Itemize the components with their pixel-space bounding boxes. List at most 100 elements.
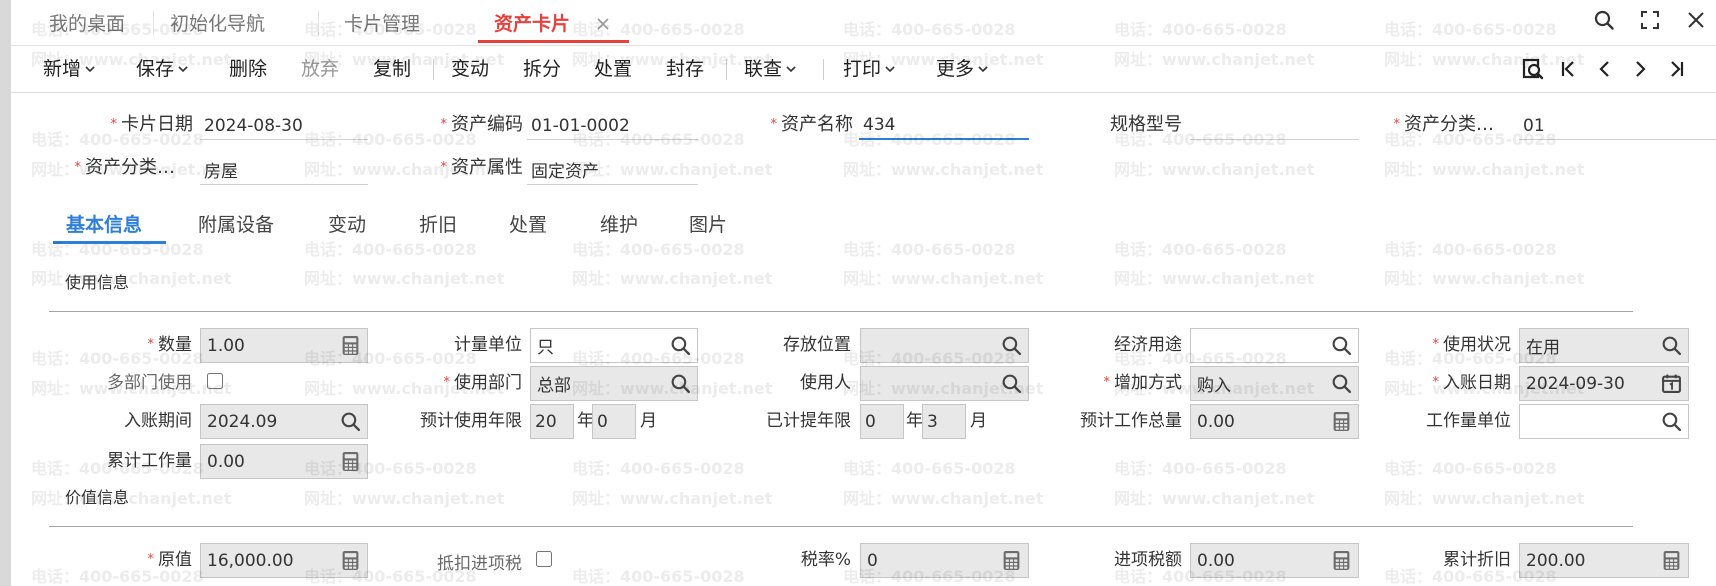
entry-period-field[interactable]	[200, 404, 368, 439]
split-button[interactable]: 拆分	[523, 57, 561, 81]
workload-unit-label: 工作量单位	[1426, 411, 1511, 431]
discard-button[interactable]: 放弃	[301, 57, 339, 81]
spec-model-label: 规格型号	[1110, 114, 1182, 135]
preview-icon[interactable]	[1521, 57, 1545, 81]
department-field[interactable]	[530, 366, 698, 401]
search-icon[interactable]	[1593, 9, 1615, 31]
input-tax-field[interactable]	[1190, 543, 1359, 578]
chevron-down-icon	[884, 63, 896, 75]
tab-pictures[interactable]: 图片	[689, 213, 727, 237]
expected-workload-label: 预计工作总量	[1080, 411, 1182, 431]
asset-category-code-input[interactable]	[1519, 112, 1716, 140]
accum-depreciation-field[interactable]	[1519, 543, 1689, 578]
tab-separator	[318, 11, 319, 35]
month-unit-label: 月	[970, 411, 987, 431]
user-field[interactable]	[860, 366, 1029, 401]
watermark-phone: 电话：400-665-0028	[572, 459, 745, 478]
depreciated-life-label: 已计提年限	[766, 411, 851, 431]
usage-status-field[interactable]	[1519, 328, 1689, 363]
tab-init-guide[interactable]: 初始化导航	[170, 12, 265, 36]
seal-button[interactable]: 封存	[666, 57, 704, 81]
usage-section-title: 使用信息	[65, 273, 130, 292]
accum-workload-label: 累计工作量	[107, 451, 192, 471]
calculator-icon[interactable]	[340, 451, 361, 472]
copy-button[interactable]: 复制	[373, 57, 411, 81]
card-date-label: * 卡片日期	[110, 114, 194, 135]
tax-rate-field[interactable]	[860, 543, 1029, 578]
depreciated-life-months-field[interactable]	[922, 404, 966, 439]
entry-date-field[interactable]	[1519, 366, 1689, 401]
entry-period-label: 入账期间	[124, 411, 192, 431]
add-button[interactable]: 新增	[43, 57, 96, 81]
year-unit-label: 年	[906, 411, 923, 431]
tax-rate-label: 税率%	[800, 550, 851, 570]
tab-asset-card[interactable]: 资产卡片	[494, 12, 570, 36]
tab-attached-equipment[interactable]: 附属设备	[198, 213, 274, 237]
unit-field[interactable]	[530, 328, 698, 363]
expected-life-months-input[interactable]	[593, 405, 635, 438]
deduct-input-tax-checkbox[interactable]	[536, 551, 552, 567]
accum-depreciation-label: 累计折旧	[1443, 550, 1511, 570]
close-tab-icon[interactable]	[594, 15, 612, 33]
expected-life-label: 预计使用年限	[420, 411, 522, 431]
active-detail-tab-indicator	[53, 241, 166, 244]
asset-name-label: * 资产名称	[770, 114, 854, 135]
multi-dept-checkbox[interactable]	[207, 373, 223, 389]
expected-life-years-field[interactable]	[530, 404, 574, 439]
calendar-icon[interactable]	[1661, 373, 1682, 394]
quantity-field[interactable]	[200, 328, 368, 363]
tab-change[interactable]: 变动	[328, 213, 366, 237]
tab-depreciation[interactable]: 折旧	[419, 213, 457, 237]
first-record-icon[interactable]	[1557, 57, 1581, 81]
tab-my-desktop[interactable]: 我的桌面	[49, 12, 125, 36]
tab-maintenance[interactable]: 维护	[600, 213, 638, 237]
lookup-button[interactable]: 联查	[744, 57, 797, 81]
expected-life-years-input[interactable]	[531, 405, 573, 438]
search-icon[interactable]	[1661, 411, 1682, 432]
watermark-url: 网址：www.chanjet.net	[1114, 160, 1315, 179]
location-field[interactable]	[860, 328, 1029, 363]
watermark-url: 网址：www.chanjet.net	[843, 160, 1044, 179]
asset-name-input[interactable]	[859, 112, 1029, 140]
acquire-method-field[interactable]	[1190, 366, 1359, 401]
depreciated-life-years-field[interactable]	[860, 404, 904, 439]
unit-label: 计量单位	[454, 335, 522, 355]
input-tax-label: 进项税额	[1114, 550, 1182, 570]
delete-button[interactable]: 删除	[229, 57, 267, 81]
watermark-phone: 电话：400-665-0028	[1384, 459, 1557, 478]
print-button[interactable]: 打印	[843, 57, 896, 81]
user-label: 使用人	[800, 373, 851, 393]
asset-category-name-input[interactable]	[200, 155, 368, 185]
chevron-down-icon	[84, 63, 96, 75]
more-button[interactable]: 更多	[936, 57, 989, 81]
workload-unit-field[interactable]	[1519, 404, 1689, 439]
depreciated-life-years-input[interactable]	[861, 405, 903, 438]
expected-life-months-field[interactable]	[592, 404, 636, 439]
last-record-icon[interactable]	[1664, 57, 1688, 81]
watermark-url: 网址：www.chanjet.net	[1384, 489, 1585, 508]
watermark-phone: 电话：400-665-0028	[1114, 459, 1287, 478]
prev-record-icon[interactable]	[1593, 57, 1617, 81]
expected-workload-field[interactable]	[1190, 404, 1359, 439]
toolbar-separator	[823, 59, 824, 80]
tab-disposal[interactable]: 处置	[509, 213, 547, 237]
accum-workload-field[interactable]	[200, 444, 368, 479]
card-date-input[interactable]	[200, 112, 368, 140]
tab-card-management[interactable]: 卡片管理	[344, 12, 420, 36]
asset-code-input[interactable]	[527, 112, 698, 140]
calculator-icon[interactable]	[1661, 550, 1682, 571]
asset-attribute-input[interactable]	[527, 155, 698, 185]
change-button[interactable]: 变动	[451, 57, 489, 81]
depreciated-life-months-input[interactable]	[923, 405, 965, 438]
save-button[interactable]: 保存	[136, 57, 189, 81]
close-icon[interactable]	[1685, 9, 1707, 31]
watermark-url: 网址：www.chanjet.net	[31, 269, 232, 288]
dispose-button[interactable]: 处置	[594, 57, 632, 81]
tab-basic-info[interactable]: 基本信息	[66, 213, 142, 237]
search-icon[interactable]	[1661, 335, 1682, 356]
toolbar-separator	[726, 59, 727, 80]
original-value-field[interactable]	[200, 543, 368, 578]
maximize-icon[interactable]	[1639, 9, 1661, 31]
next-record-icon[interactable]	[1628, 57, 1652, 81]
economic-use-field[interactable]	[1190, 328, 1359, 363]
